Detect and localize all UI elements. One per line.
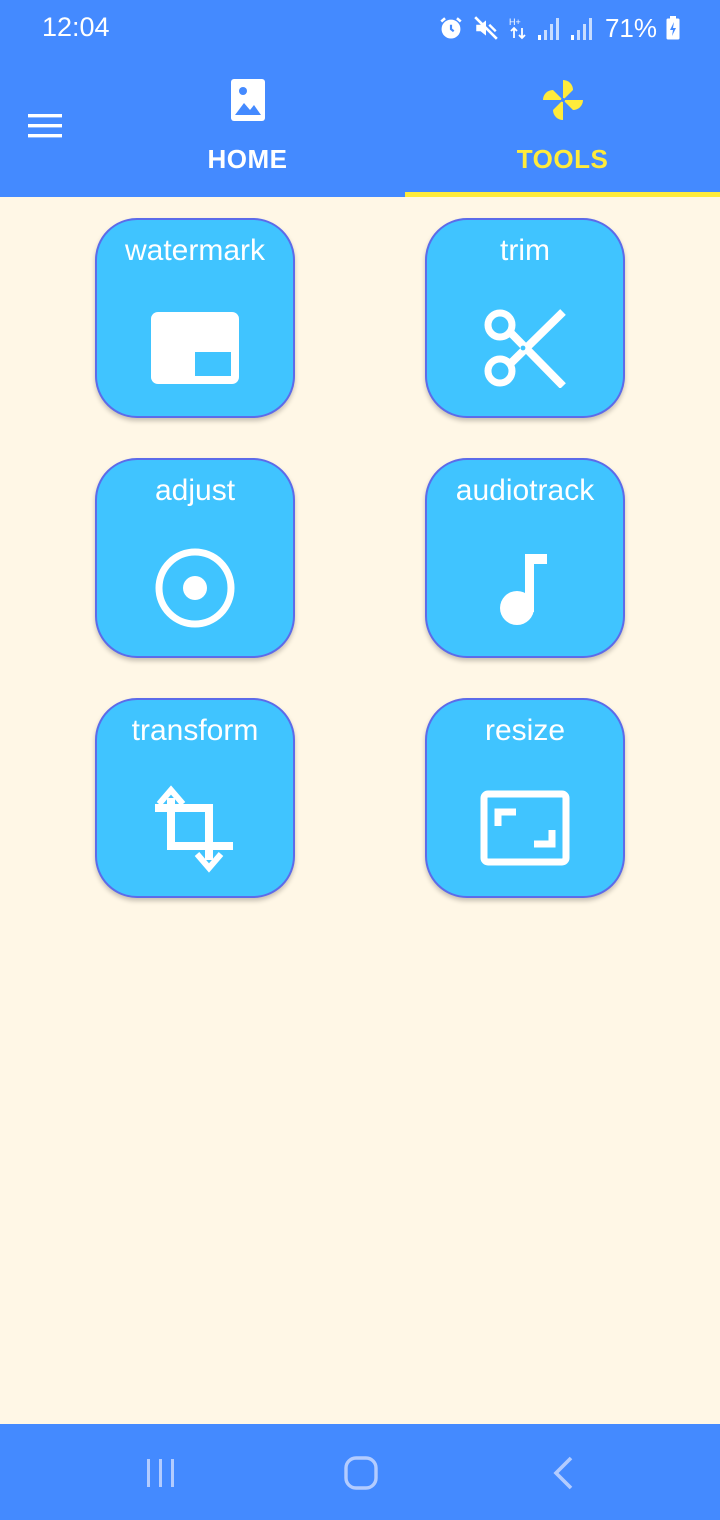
home-icon bbox=[344, 1456, 378, 1490]
tab-tools-label: TOOLS bbox=[516, 144, 609, 174]
battery-percent: 71% bbox=[604, 12, 657, 43]
signal-icon bbox=[537, 18, 559, 40]
tool-label: trim bbox=[500, 234, 550, 267]
home-nav-button[interactable] bbox=[331, 1448, 391, 1498]
app-top-bar: 12:04 H+ 71% HOME TOOLS bbox=[0, 0, 720, 197]
tool-label: resize bbox=[484, 714, 566, 747]
image-icon bbox=[230, 79, 265, 121]
mute-icon bbox=[474, 16, 498, 40]
back-nav-button[interactable] bbox=[533, 1448, 593, 1498]
alarm-icon bbox=[440, 17, 462, 39]
svg-text:H+: H+ bbox=[509, 17, 521, 27]
watermark-icon bbox=[151, 312, 239, 384]
scissors-icon bbox=[484, 309, 566, 388]
tool-label: adjust bbox=[154, 474, 236, 507]
tool-audiotrack-button[interactable]: audiotrack bbox=[425, 458, 625, 658]
tool-watermark-button[interactable]: watermark bbox=[95, 218, 295, 418]
tab-tools[interactable]: TOOLS bbox=[405, 56, 720, 197]
menu-button[interactable] bbox=[22, 103, 68, 149]
signal-icon bbox=[570, 18, 592, 40]
system-nav-bar bbox=[0, 1424, 720, 1520]
data-arrows-icon: H+ bbox=[509, 17, 526, 40]
tool-label: transform bbox=[131, 714, 259, 747]
music-note-icon bbox=[500, 554, 547, 625]
status-time: 12:04 bbox=[42, 12, 110, 42]
status-bar: 12:04 H+ 71% bbox=[0, 0, 720, 56]
recent-apps-icon bbox=[147, 1459, 174, 1487]
aspect-ratio-icon bbox=[480, 790, 570, 866]
tool-trim-button[interactable]: trim bbox=[425, 218, 625, 418]
tool-adjust-button[interactable]: adjust bbox=[95, 458, 295, 658]
recent-apps-button[interactable] bbox=[131, 1448, 191, 1498]
hamburger-menu-icon bbox=[28, 114, 62, 138]
battery-charging-icon bbox=[666, 16, 680, 40]
pinwheel-icon bbox=[542, 80, 583, 120]
tool-label: audiotrack bbox=[455, 474, 595, 507]
crop-rotate-icon bbox=[155, 785, 233, 873]
tab-home[interactable]: HOME bbox=[90, 56, 405, 197]
back-icon bbox=[553, 1456, 573, 1490]
tool-resize-button[interactable]: resize bbox=[425, 698, 625, 898]
status-icons: H+ 71% bbox=[438, 12, 680, 44]
tab-home-label: HOME bbox=[207, 144, 288, 174]
tool-transform-button[interactable]: transform bbox=[95, 698, 295, 898]
adjust-icon bbox=[155, 548, 235, 628]
tool-label: watermark bbox=[124, 234, 266, 267]
active-tab-indicator bbox=[405, 192, 720, 197]
